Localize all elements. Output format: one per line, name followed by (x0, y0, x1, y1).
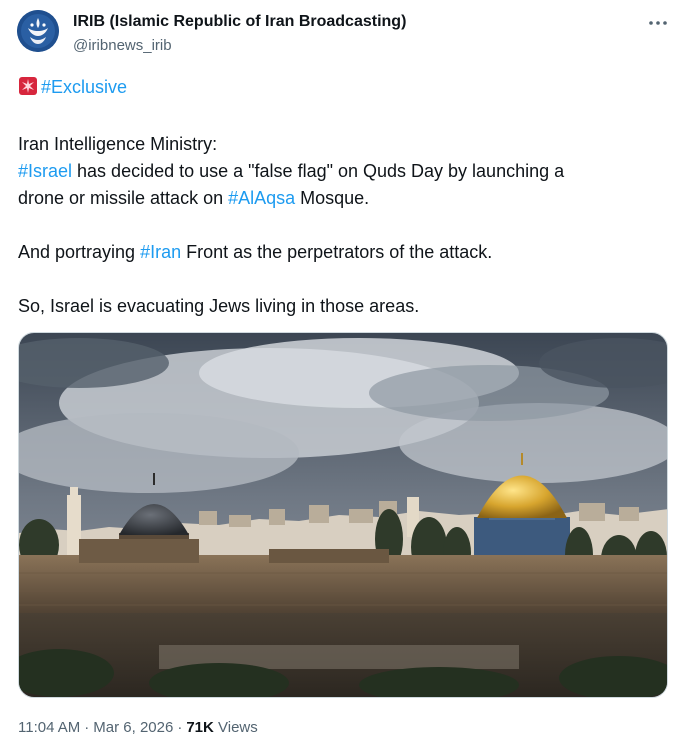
tweet-meta: 11:04 AM · Mar 6, 2026 · 71K Views (18, 719, 258, 736)
tweet-line-3: #Israel has decided to use a "false flag… (18, 158, 658, 185)
hashtag-exclusive[interactable]: #Exclusive (41, 77, 127, 97)
views-count[interactable]: 71K (186, 719, 214, 736)
tweet-text: #Exclusive Iran Intelligence Ministry: #… (18, 74, 658, 320)
hashtag-iran[interactable]: #Iran (140, 242, 181, 262)
avatar[interactable] (17, 10, 59, 52)
more-options-button[interactable] (646, 16, 670, 30)
irib-logo (17, 10, 59, 52)
timestamp-date[interactable]: Mar 6, 2026 (93, 719, 173, 736)
tweet-line-4-text-b: Mosque. (295, 188, 370, 208)
hashtag-alaqsa[interactable]: #AlAqsa (228, 188, 295, 208)
tweet-card: IRIB (Islamic Republic of Iran Broadcast… (0, 0, 686, 749)
timestamp-time[interactable]: 11:04 AM (18, 719, 80, 736)
rotating-light-icon (18, 76, 38, 104)
tweet-photo[interactable] (18, 332, 668, 698)
jerusalem-skyline-image (19, 333, 667, 697)
tweet-line-5-text-b: Front as the perpetrators of the attack. (181, 242, 493, 262)
author-handle[interactable]: @iribnews_irib (73, 37, 172, 54)
tweet-line-4: drone or missile attack on #AlAqsa Mosqu… (18, 185, 658, 212)
tweet-line-6: So, Israel is evacuating Jews living in … (18, 296, 420, 316)
tweet-line-2: Iran Intelligence Ministry: (18, 134, 218, 154)
tweet-line-1: #Exclusive (18, 74, 658, 104)
tweet-line-4-text-a: drone or missile attack on (18, 188, 229, 208)
hashtag-israel[interactable]: #Israel (18, 161, 72, 181)
tweet-line-5: And portraying #Iran Front as the perpet… (18, 239, 658, 266)
author-name[interactable]: IRIB (Islamic Republic of Iran Broadcast… (73, 13, 406, 31)
tweet-line-5-text-a: And portraying (18, 242, 141, 262)
meta-separator-2: · (177, 719, 183, 736)
views-label: Views (213, 719, 258, 736)
tweet-line-3-text: has decided to use a "false flag" on Qud… (72, 161, 565, 181)
meta-separator: · (84, 719, 90, 736)
ellipsis-icon (649, 21, 667, 25)
